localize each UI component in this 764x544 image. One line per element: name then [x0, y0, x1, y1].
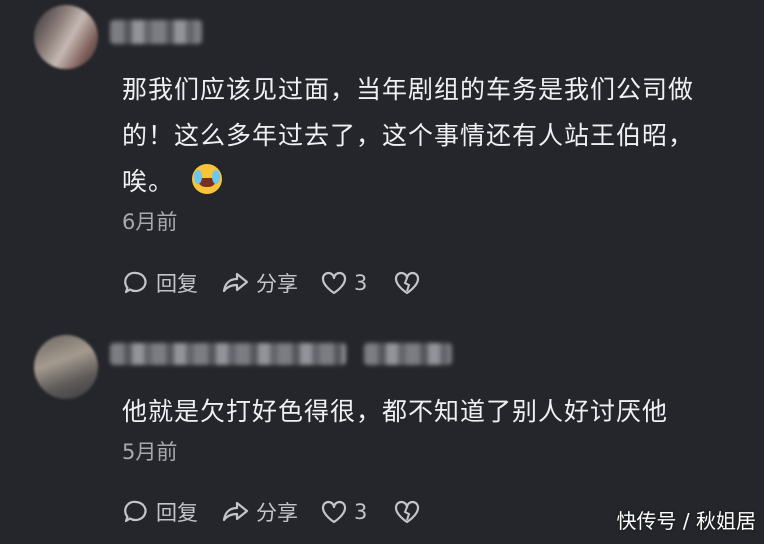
- comment-actions: 回复 分享 3: [122, 495, 449, 529]
- comment-timestamp: 5月前: [122, 440, 178, 464]
- reply-button[interactable]: 回复: [122, 268, 198, 298]
- share-button[interactable]: 分享: [220, 497, 298, 527]
- comment-text: 他就是欠打好色得很，都不知道了别人好讨厌他: [122, 389, 742, 435]
- comment-actions: 回复 分享 3: [122, 266, 449, 300]
- share-arrow-icon: [222, 272, 249, 293]
- reply-bubble-icon: [124, 500, 147, 523]
- share-arrow-icon: [222, 501, 249, 522]
- reply-label: 回复: [156, 501, 198, 525]
- username-blurred[interactable]: [110, 343, 346, 365]
- username-blurred[interactable]: [364, 343, 452, 365]
- like-button[interactable]: 3: [320, 270, 367, 296]
- dislike-button[interactable]: [393, 499, 427, 525]
- source-watermark: 快传号 / 秋姐居: [616, 509, 756, 533]
- comment-text-line: 的！这么多年过去了，这个事情还有人站王伯昭，: [122, 121, 695, 150]
- comment-text: 那我们应该见过面，当年剧组的车务是我们公司做 的！这么多年过去了，这个事情还有人…: [122, 67, 742, 205]
- username-blurred[interactable]: [110, 20, 202, 44]
- avatar[interactable]: [34, 335, 98, 399]
- reply-bubble-icon: [124, 271, 147, 294]
- heart-icon: [321, 271, 347, 295]
- like-count: 3: [354, 271, 368, 295]
- comment-text-fragment: 唉。: [122, 167, 175, 196]
- share-label: 分享: [256, 501, 298, 525]
- broken-heart-icon: [395, 500, 420, 524]
- heart-icon: [321, 500, 347, 524]
- laugh-cry-emoji-icon: [192, 164, 223, 194]
- like-button[interactable]: 3: [320, 499, 367, 525]
- reply-label: 回复: [156, 272, 198, 296]
- share-label: 分享: [256, 272, 298, 296]
- comment-item: 那我们应该见过面，当年剧组的车务是我们公司做 的！这么多年过去了，这个事情还有人…: [0, 0, 764, 325]
- share-button[interactable]: 分享: [220, 268, 298, 298]
- reply-button[interactable]: 回复: [122, 497, 198, 527]
- dislike-button[interactable]: [393, 270, 427, 296]
- broken-heart-icon: [395, 271, 420, 295]
- comment-text-line: 他就是欠打好色得很，都不知道了别人好讨厌他: [122, 397, 669, 426]
- comment-text-line: 那我们应该见过面，当年剧组的车务是我们公司做: [122, 75, 695, 104]
- comment-text-line: 唉。: [122, 159, 742, 205]
- avatar[interactable]: [34, 5, 98, 69]
- comment-timestamp: 6月前: [122, 210, 178, 234]
- like-count: 3: [354, 500, 368, 524]
